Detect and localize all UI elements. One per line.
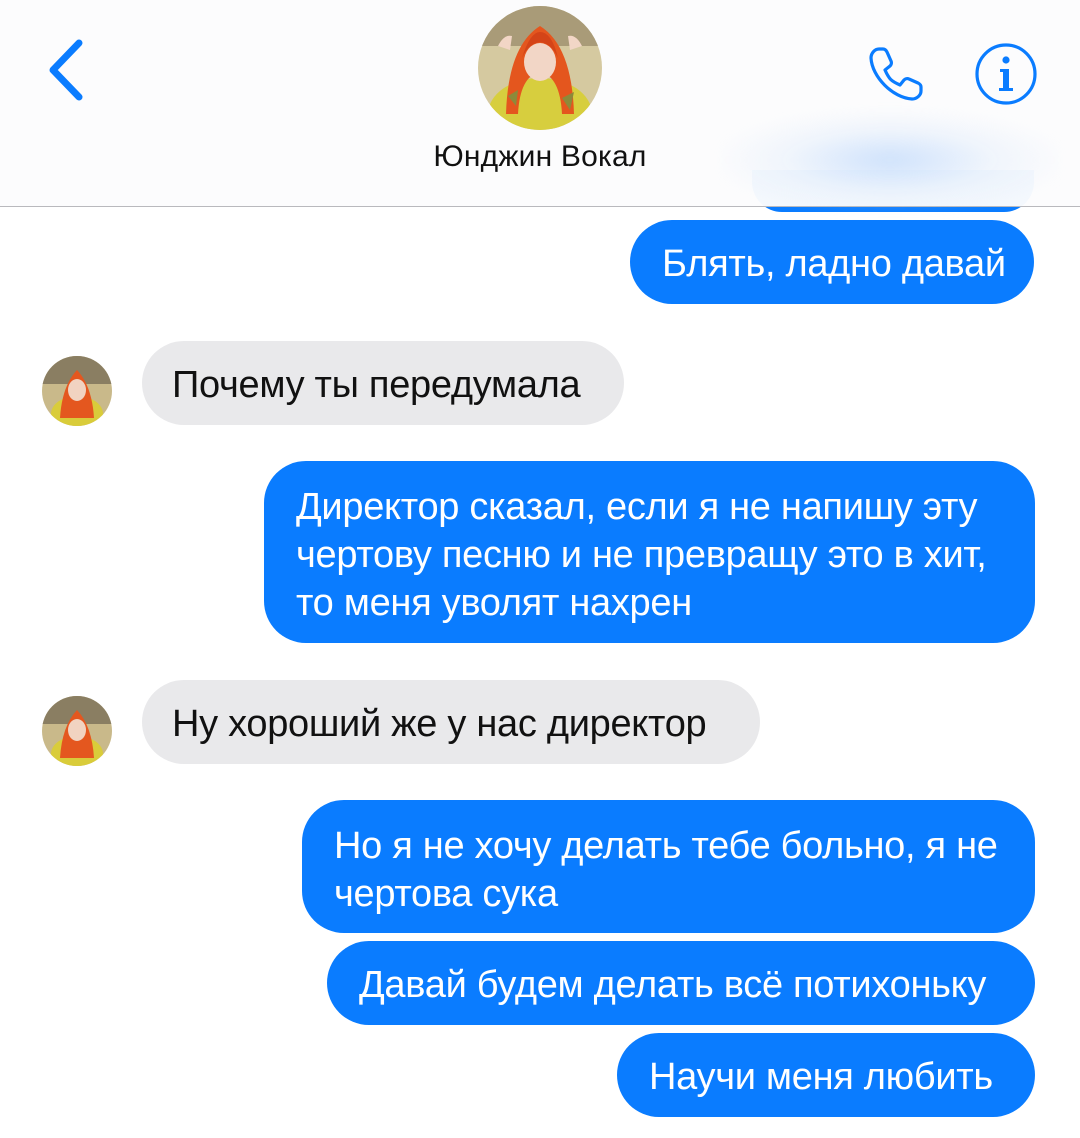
- message-text: Почему ты передумала: [172, 364, 581, 406]
- chat-header: Юнджин Вокал: [0, 0, 1080, 210]
- message-bubble-sent[interactable]: Научи меня любить: [617, 1033, 1035, 1117]
- contact-avatar[interactable]: [42, 696, 112, 766]
- contact-avatar-large[interactable]: [478, 6, 602, 130]
- message-text: Ну хороший же у нас директор: [172, 703, 707, 745]
- contact-name[interactable]: Юнджин Вокал: [0, 140, 1080, 174]
- message-bubble-sent[interactable]: Директор сказал, если я не напишу эту че…: [264, 461, 1035, 643]
- message-bubble-received[interactable]: Ну хороший же у нас директор: [142, 680, 760, 764]
- contact-avatar[interactable]: [42, 356, 112, 426]
- message-bubble-sent[interactable]: Блять, ладно давай: [630, 220, 1034, 304]
- chevron-left-icon: [49, 39, 83, 101]
- chat-screen: Блять, ладно давай Почему ты передумала …: [0, 0, 1080, 1138]
- info-button[interactable]: [968, 36, 1044, 112]
- message-text: Давай будем делать всё потихоньку: [359, 964, 987, 1006]
- message-bubble-sent[interactable]: Давай будем делать всё потихоньку: [327, 941, 1035, 1025]
- phone-icon: [869, 47, 923, 101]
- info-icon: [975, 43, 1037, 105]
- call-button[interactable]: [858, 36, 934, 112]
- message-text: Директор сказал, если я не напишу эту че…: [296, 486, 987, 624]
- back-button[interactable]: [30, 30, 100, 110]
- message-bubble-received[interactable]: Почему ты передумала: [142, 341, 624, 425]
- message-text: Но я не хочу делать тебе больно, я не че…: [334, 825, 998, 915]
- message-text: Научи меня любить: [649, 1056, 993, 1098]
- message-text: Блять, ладно давай: [662, 243, 1006, 285]
- message-bubble-sent[interactable]: Но я не хочу делать тебе больно, я не че…: [302, 800, 1035, 933]
